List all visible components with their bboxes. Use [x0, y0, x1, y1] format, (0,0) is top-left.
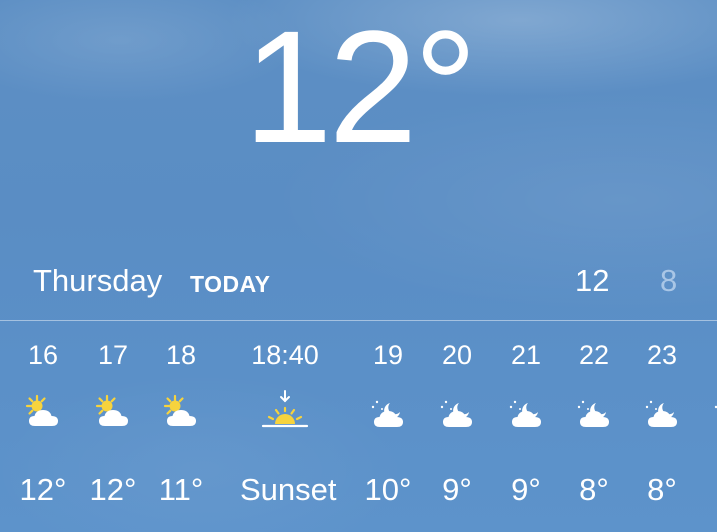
high-temperature: 12	[575, 263, 610, 298]
hourly-forecast-strip[interactable]: 16 12° 17 12° 18 11° 18:40 Sunset 19 10°…	[0, 321, 717, 532]
partly-cloudy-night-icon	[574, 393, 614, 433]
hour-item: 18 11°	[136, 321, 226, 532]
partly-cloudy-night-icon	[711, 393, 717, 433]
hour-item: 0 8°	[686, 321, 717, 532]
hour-temperature: 8°	[686, 471, 717, 509]
day-name: Thursday	[33, 263, 163, 298]
current-temperature: 12°	[243, 0, 478, 176]
partly-cloudy-night-icon	[368, 393, 408, 433]
hour-time: 0	[686, 338, 717, 372]
sunset-icon	[257, 387, 313, 437]
partly-cloudy-day-icon	[23, 393, 63, 433]
partly-cloudy-night-icon	[642, 393, 682, 433]
hour-temperature: 11°	[158, 472, 204, 507]
partly-cloudy-night-icon	[437, 393, 477, 433]
partly-cloudy-night-icon	[506, 393, 546, 433]
sunset-label: Sunset	[240, 472, 337, 507]
hour-item-sunset: 18:40 Sunset	[240, 321, 337, 532]
partly-cloudy-day-icon	[93, 393, 133, 433]
partly-cloudy-day-icon	[161, 393, 201, 433]
today-label: TODAY	[190, 271, 271, 297]
low-temperature: 8	[660, 263, 678, 298]
hour-time: 18	[165, 340, 197, 370]
today-summary-row[interactable]: Thursday TODAY 12 8	[0, 256, 717, 306]
sunset-time: 18:40	[251, 340, 319, 370]
